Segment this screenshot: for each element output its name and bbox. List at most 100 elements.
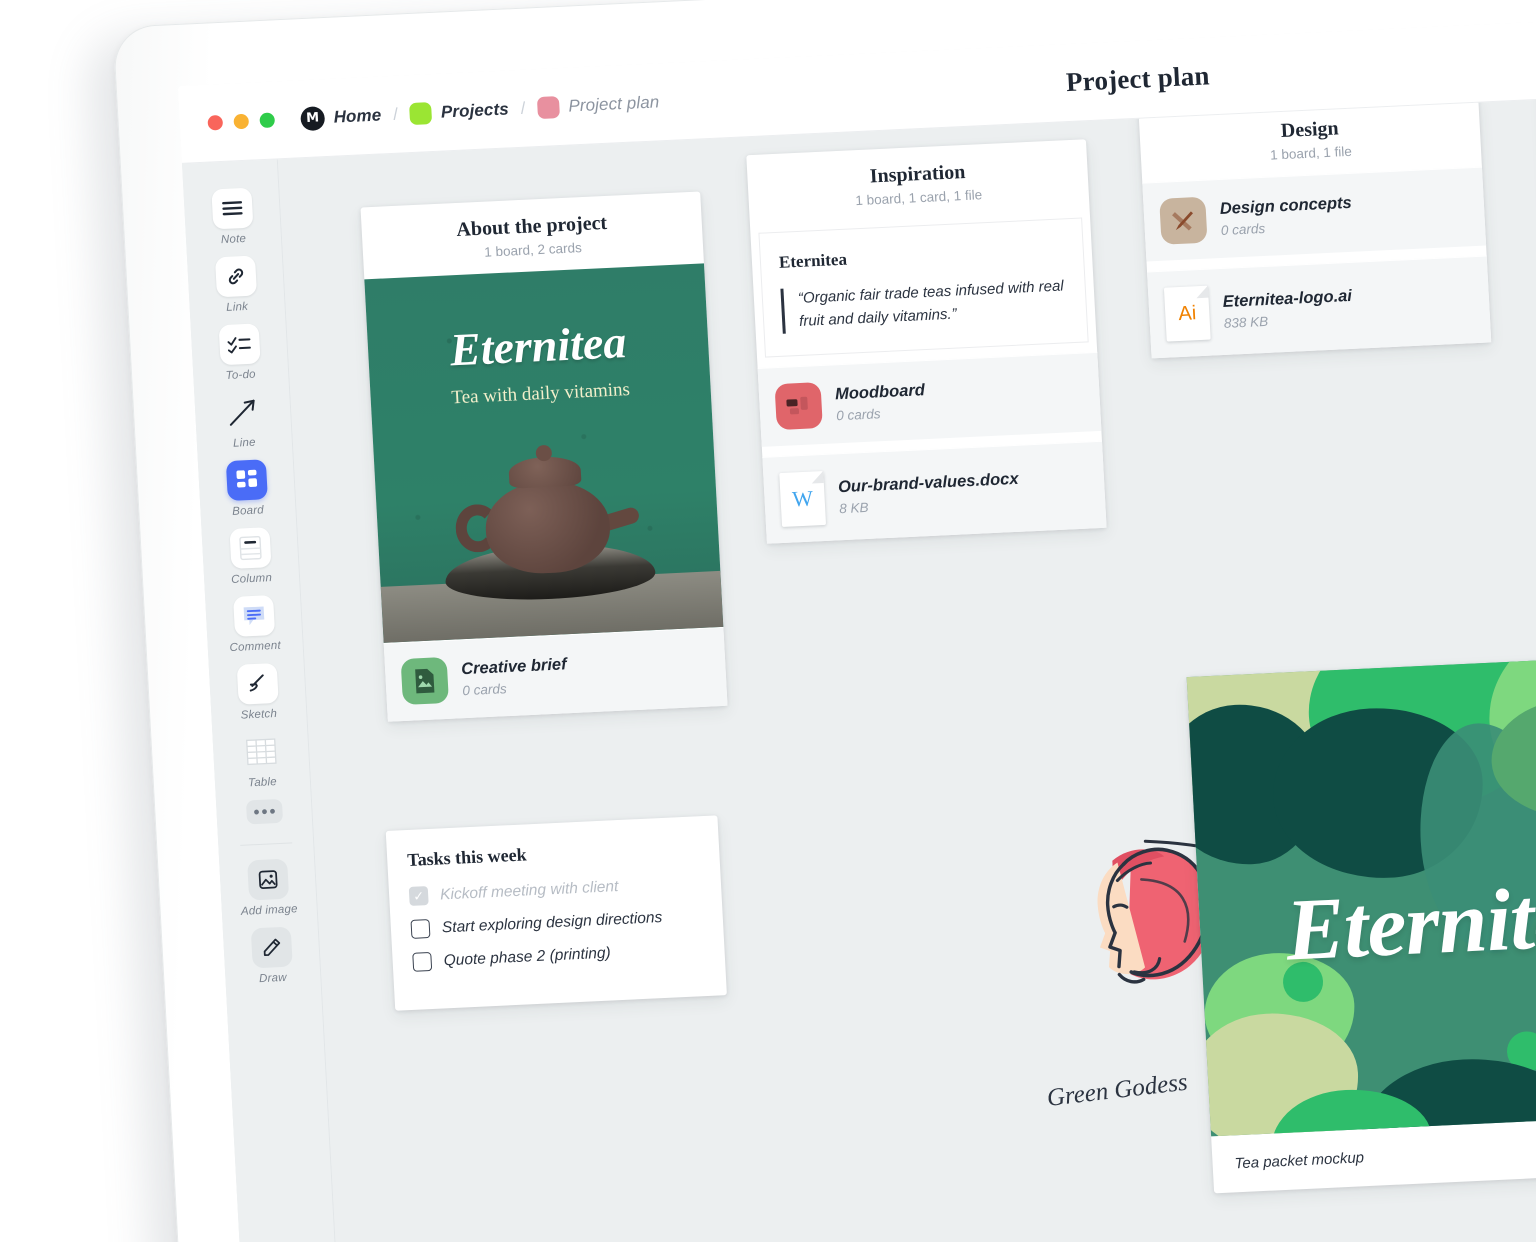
checkbox-checked-icon[interactable]: ✓ — [408, 886, 429, 906]
teapot-illustration — [375, 444, 724, 643]
list-item-name: Eternitea-logo.ai — [1222, 286, 1353, 311]
sidebar-label-note: Note — [220, 232, 247, 247]
list-item-meta: 0 cards — [1220, 220, 1266, 238]
note-icon — [210, 187, 253, 230]
word-file-icon: W — [779, 470, 827, 527]
line-arrow-icon — [222, 391, 264, 433]
minimize-yellow-icon[interactable] — [233, 113, 250, 130]
sidebar-item-sketch[interactable]: Sketch — [213, 657, 302, 727]
list-item-text: Creative brief 0 cards — [461, 655, 568, 698]
list-item-text: Eternitea-logo.ai 838 KB — [1222, 287, 1353, 331]
breadcrumb-separator-2: / — [520, 98, 526, 118]
sidebar-label-sketch: Sketch — [240, 707, 278, 722]
sidebar-item-line[interactable]: Line — [198, 385, 287, 455]
sidebar-label-draw: Draw — [258, 971, 288, 986]
board-icon — [225, 459, 268, 502]
note-title: Eternitea — [778, 249, 848, 272]
sidebar-label-board: Board — [231, 504, 265, 518]
draw-pencil-icon — [250, 926, 293, 969]
sidebar-item-table[interactable]: Table — [217, 725, 306, 795]
sidebar-item-column[interactable]: Column — [206, 521, 295, 591]
task-row[interactable]: Start exploring design directions — [410, 906, 703, 939]
list-item-meta: 838 KB — [1223, 313, 1269, 331]
list-item[interactable]: Moodboard 0 cards — [757, 351, 1102, 447]
poster-tagline: Tea with daily vitamins — [450, 379, 631, 409]
card-tasks-this-week[interactable]: Tasks this week ✓ Kickoff meeting with c… — [385, 815, 727, 1011]
list-item-text: Our-brand-values.docx 8 KB — [838, 470, 1020, 516]
pink-square-icon — [536, 95, 560, 119]
sketch-caption: Green Godess — [1045, 1068, 1190, 1112]
breadcrumb-label-project-plan: Project plan — [567, 91, 660, 116]
breadcrumb: M Home / Projects / Project plan — [300, 90, 660, 131]
moodboard-icon — [774, 382, 823, 431]
task-row[interactable]: ✓ Kickoff meeting with client — [408, 873, 702, 906]
breadcrumb-item-project-plan[interactable]: Project plan — [536, 91, 660, 119]
more-dots-icon — [245, 798, 283, 825]
list-item[interactable]: W Our-brand-values.docx 8 KB — [762, 440, 1107, 544]
card-tea-packet-mockup[interactable]: Eternitea Tea packet mockup — [1186, 653, 1536, 1194]
sidebar-label-column: Column — [230, 572, 273, 586]
sidebar-item-todo[interactable]: To-do — [195, 317, 284, 387]
screenshot-stage: M Home / Projects / Project plan Project… — [0, 0, 1536, 1242]
task-label: Kickoff meeting with client — [439, 877, 619, 903]
card-design[interactable]: Design 1 board, 1 file Design concepts 0… — [1138, 94, 1492, 359]
list-item[interactable]: Design concepts 0 cards — [1142, 166, 1487, 262]
milanote-logo-icon: M — [300, 105, 326, 131]
breadcrumb-item-projects[interactable]: Projects — [409, 98, 509, 125]
sidebar-label-comment: Comment — [229, 639, 282, 655]
paintbrush-icon — [1159, 196, 1208, 245]
note-eternitea[interactable]: Eternitea “Organic fair trade teas infus… — [758, 217, 1089, 358]
note-quote: “Organic fair trade teas infused with re… — [780, 275, 1069, 334]
sidebar-item-link[interactable]: Link — [191, 249, 280, 319]
sidebar-item-comment[interactable]: Comment — [209, 589, 298, 659]
list-item[interactable]: Ai Eternitea-logo.ai 838 KB — [1147, 255, 1492, 359]
image-file-icon — [400, 656, 449, 706]
tea-packet-artwork: Eternitea — [1186, 653, 1536, 1137]
card-about-the-project[interactable]: About the project 1 board, 2 cards Etern… — [360, 191, 728, 722]
sidebar-item-draw[interactable]: Draw — [227, 921, 316, 991]
list-item-meta: 0 cards — [461, 681, 507, 699]
laptop-mockup: M Home / Projects / Project plan Project… — [112, 0, 1536, 1242]
checkbox-empty-icon[interactable] — [412, 951, 433, 972]
todo-icon — [218, 323, 261, 366]
sidebar-item-note[interactable]: Note — [188, 182, 277, 252]
sidebar-item-board[interactable]: Board — [202, 453, 291, 523]
app-window: M Home / Projects / Project plan Project… — [177, 0, 1536, 1242]
breadcrumb-separator: / — [392, 104, 399, 124]
zoom-green-icon[interactable] — [259, 112, 276, 129]
board-canvas[interactable]: About the project 1 board, 2 cards Etern… — [277, 73, 1536, 1242]
sidebar-label-line: Line — [232, 436, 256, 450]
add-image-icon — [246, 858, 289, 901]
checkbox-empty-icon[interactable] — [410, 919, 431, 939]
sketch-icon — [236, 662, 279, 705]
list-item-text: Design concepts 0 cards — [1219, 194, 1353, 238]
list-item-meta: 8 KB — [838, 499, 869, 517]
card-inspiration[interactable]: Inspiration 1 board, 1 card, 1 file Eter… — [746, 139, 1107, 544]
packet-wordmark: Eternitea — [1283, 867, 1536, 980]
list-item[interactable]: Creative brief 0 cards — [383, 626, 728, 722]
illustrator-file-icon: Ai — [1163, 285, 1211, 342]
list-item-name: Moodboard — [834, 381, 926, 404]
green-square-icon — [409, 101, 433, 125]
sidebar-label-add-image: Add image — [240, 903, 298, 918]
sidebar-label-todo: To-do — [225, 368, 257, 383]
breadcrumb-item-home[interactable]: M Home — [300, 103, 382, 131]
poster-brand: Eternitea — [448, 316, 628, 376]
comment-icon — [232, 595, 275, 637]
link-icon — [214, 255, 257, 298]
sidebar-divider — [239, 842, 292, 846]
eternitea-poster-image[interactable]: Eternitea Tea with daily vitamins — [364, 263, 724, 643]
app-body: Note Link To-do Line Board Column Commen… — [181, 73, 1536, 1242]
column-icon — [228, 527, 272, 569]
list-item-name: Design concepts — [1219, 193, 1353, 218]
sidebar-item-add-image[interactable]: Add image — [223, 853, 312, 923]
task-label: Quote phase 2 (printing) — [443, 944, 612, 969]
sidebar-item-more[interactable] — [220, 793, 308, 835]
breadcrumb-label-projects: Projects — [440, 98, 510, 122]
traffic-lights — [207, 112, 276, 131]
tasks-heading: Tasks this week — [406, 844, 528, 870]
sidebar-label-table: Table — [247, 776, 278, 790]
task-row[interactable]: Quote phase 2 (printing) — [412, 939, 705, 972]
close-red-icon[interactable] — [207, 114, 224, 131]
inspiration-card-header: Inspiration 1 board, 1 card, 1 file — [746, 139, 1089, 227]
